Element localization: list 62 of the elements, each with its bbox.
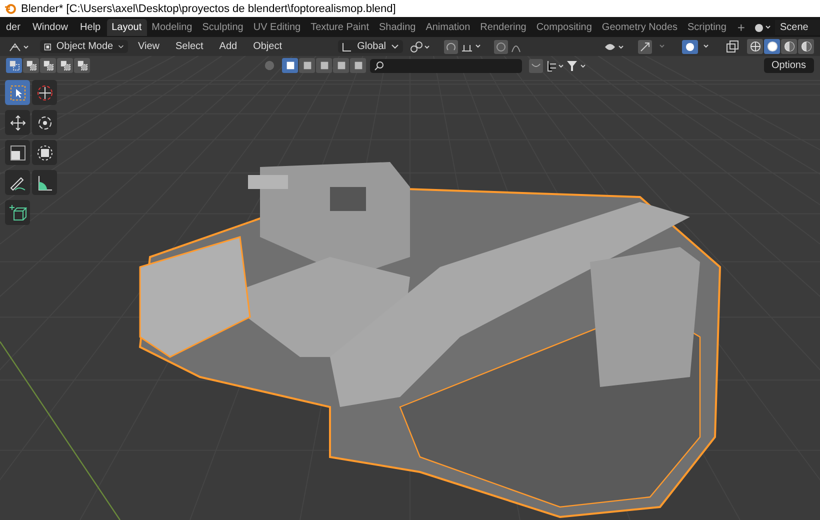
select-tool-button[interactable] bbox=[5, 80, 30, 105]
filter-icon[interactable] bbox=[282, 58, 298, 73]
move-icon bbox=[8, 114, 26, 132]
filter-icon[interactable] bbox=[350, 58, 366, 73]
search-icon bbox=[374, 60, 384, 70]
add-workspace-button[interactable]: + bbox=[731, 20, 752, 34]
selection-mode-button[interactable] bbox=[74, 58, 90, 73]
workspace-tab[interactable]: Texture Paint bbox=[306, 18, 374, 36]
menu-item[interactable]: Window bbox=[26, 22, 74, 32]
measure-tool-button[interactable] bbox=[32, 170, 57, 195]
select-icon bbox=[8, 84, 26, 102]
options-button[interactable]: Options bbox=[764, 58, 814, 73]
selection-mode-button[interactable] bbox=[57, 58, 73, 73]
menu-item[interactable]: der bbox=[0, 22, 26, 32]
filter-icon[interactable] bbox=[316, 58, 332, 73]
mode-dropdown[interactable]: Object Mode bbox=[40, 40, 128, 53]
shading-mode-button[interactable] bbox=[747, 39, 763, 54]
workspace-tab[interactable]: Sculpting bbox=[197, 18, 248, 36]
workspace-tab[interactable]: Layout bbox=[106, 18, 147, 36]
scale-tool-button[interactable] bbox=[5, 140, 30, 165]
logo-icon bbox=[4, 2, 16, 14]
workspace-tab[interactable]: Scripting bbox=[682, 18, 732, 36]
selection-mode-button[interactable] bbox=[6, 58, 22, 73]
transform-icon bbox=[36, 144, 54, 162]
scale-icon bbox=[8, 144, 26, 162]
cursor-icon bbox=[36, 84, 54, 102]
shading-mode-button[interactable] bbox=[764, 39, 780, 54]
workspace-tab[interactable]: Animation bbox=[420, 18, 476, 36]
axes-icon bbox=[342, 42, 352, 52]
selection-mode-button[interactable] bbox=[40, 58, 56, 73]
workspace-tab[interactable]: Shading bbox=[374, 18, 421, 36]
selection-mode-button[interactable] bbox=[23, 58, 39, 73]
workspace-tab[interactable]: Modeling bbox=[146, 18, 198, 36]
measure-icon bbox=[36, 174, 54, 192]
shading-mode-button[interactable] bbox=[781, 39, 797, 54]
add-cube-icon bbox=[8, 204, 26, 222]
rotate-tool-button[interactable] bbox=[32, 110, 57, 135]
rotate-icon bbox=[36, 114, 54, 132]
workspace-tab[interactable]: Rendering bbox=[475, 18, 532, 36]
workspace-tab[interactable]: UV Editing bbox=[248, 18, 306, 36]
search-field[interactable] bbox=[370, 58, 522, 72]
move-tool-button[interactable] bbox=[5, 110, 30, 135]
header-menu-item[interactable]: Select bbox=[170, 41, 210, 52]
orientation-dropdown[interactable]: Global bbox=[338, 40, 403, 53]
transform-tool-button[interactable] bbox=[32, 140, 57, 165]
header-menu-item[interactable]: View bbox=[132, 41, 166, 52]
workspace-tab[interactable]: Compositing bbox=[531, 18, 597, 36]
header-menu-item[interactable]: Object bbox=[247, 41, 288, 52]
window-title: Blender* [C:\Users\axel\Desktop\proyectos de blendert\foptorealismop.blend] bbox=[21, 2, 396, 14]
filter-icon[interactable] bbox=[299, 58, 316, 73]
menu-item[interactable]: Help bbox=[74, 22, 107, 32]
filter-icon[interactable] bbox=[333, 58, 350, 73]
cursor-tool-button[interactable] bbox=[32, 80, 57, 105]
header-menu-item[interactable]: Add bbox=[213, 41, 244, 52]
shading-mode-button[interactable] bbox=[798, 39, 814, 54]
cube-icon bbox=[44, 42, 52, 52]
annotate-tool-button[interactable] bbox=[5, 170, 30, 195]
caret-icon bbox=[391, 44, 399, 50]
add-cube-tool-button[interactable] bbox=[5, 200, 30, 225]
workspace-tab[interactable]: Geometry Nodes bbox=[596, 18, 683, 36]
caret-icon bbox=[118, 44, 124, 50]
scene-name-field[interactable]: Scene bbox=[775, 20, 820, 34]
